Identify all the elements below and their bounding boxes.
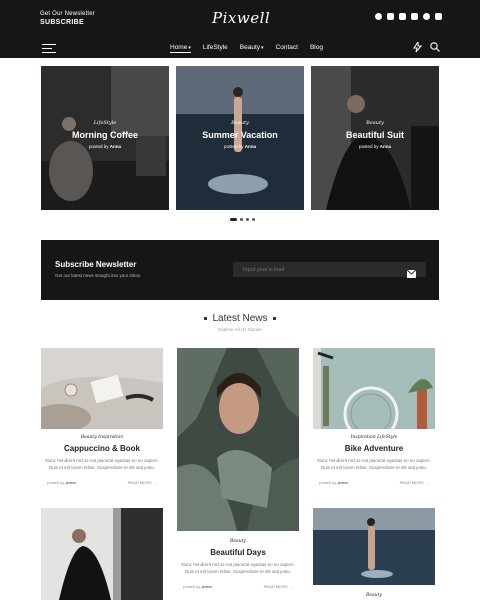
post-card-cappuccino: Beauty Inspiration Cappuccino & Book Nun… <box>41 348 163 485</box>
nav-lifestyle[interactable]: LifeStyle <box>203 44 228 53</box>
post-image[interactable] <box>313 508 435 585</box>
post-image[interactable] <box>177 348 299 531</box>
latest-news-header: Latest News Explore All Us Stories <box>0 313 480 332</box>
post-meta: posted by Anna READ MORE → <box>313 480 435 485</box>
instagram-icon[interactable] <box>387 13 394 20</box>
post-title[interactable]: Cappuccino & Book <box>41 444 163 453</box>
post-categories[interactable]: Beauty <box>177 539 299 544</box>
post-categories[interactable]: Beauty <box>313 593 435 598</box>
nav-beauty[interactable]: Beauty▾ <box>240 44 264 53</box>
header-tools <box>413 42 440 52</box>
subscribe-label: SUBSCRIBE <box>40 19 84 26</box>
social-links <box>375 13 442 20</box>
post-excerpt: Nunc hendrerit nisl ac est placerat eges… <box>317 458 431 470</box>
slider-dot[interactable] <box>230 218 237 221</box>
post-meta: posted by Anna READ MORE → <box>41 480 163 485</box>
slide-title[interactable]: Beautiful Suit <box>311 130 439 140</box>
linkedin-icon[interactable] <box>399 13 406 20</box>
menu-toggle-button[interactable] <box>42 44 56 56</box>
read-more-link[interactable]: READ MORE → <box>264 584 293 589</box>
slide-summer-vacation[interactable]: Beauty Summer Vacation posted by Anna <box>176 66 304 210</box>
post-categories[interactable]: Inspiration LifeStyle <box>313 435 435 440</box>
pinterest-icon[interactable] <box>375 13 382 20</box>
post-card-portrait <box>41 508 163 600</box>
post-author: posted by Anna <box>319 479 348 485</box>
section-subtitle: Explore All Us Stories <box>218 327 262 332</box>
slide-title[interactable]: Summer Vacation <box>176 130 304 140</box>
post-author: posted by Anna <box>47 479 76 485</box>
newsletter-subscribe-link[interactable]: Get Our Newsletter SUBSCRIBE <box>40 11 95 26</box>
send-button[interactable] <box>406 265 417 283</box>
slide-title[interactable]: Morning Coffee <box>41 130 169 140</box>
envelope-icon <box>406 269 417 278</box>
post-card-beautiful-days: Beauty Beautiful Days Nunc hendrerit nis… <box>177 348 299 589</box>
post-image[interactable] <box>313 348 435 429</box>
newsletter-label: Get Our Newsletter <box>40 11 95 17</box>
post-title[interactable]: Bike Adventure <box>313 444 435 453</box>
slider-dot[interactable] <box>252 218 255 221</box>
main-nav: Home▾ LifeStyle Beauty▾ Contact Blog <box>170 44 323 53</box>
youtube-icon[interactable] <box>411 13 418 20</box>
section-title: Latest News <box>0 313 480 324</box>
post-image[interactable] <box>41 348 163 429</box>
post-categories[interactable]: Beauty Inspiration <box>41 435 163 440</box>
whatsapp-icon[interactable] <box>423 13 430 20</box>
featured-slider: LifeStyle Morning Coffee posted by Anna … <box>41 66 439 210</box>
post-meta: posted by Anna READ MORE → <box>177 584 299 589</box>
lightning-icon[interactable] <box>413 42 422 52</box>
slider-dot[interactable] <box>246 218 249 221</box>
nav-home[interactable]: Home▾ <box>170 44 191 53</box>
nav-blog[interactable]: Blog <box>310 44 323 53</box>
post-excerpt: Nunc hendrerit nisl ac est placerat eges… <box>45 458 159 470</box>
hamburger-icon <box>42 44 56 45</box>
email-input[interactable] <box>233 262 426 277</box>
newsletter-title: Subscribe Newsletter <box>55 260 137 269</box>
slide-category[interactable]: Beauty <box>176 120 304 126</box>
vk-icon[interactable] <box>435 13 442 20</box>
newsletter-text: Get our latest news straight into your i… <box>55 273 141 278</box>
post-card-bike-adventure: Inspiration LifeStyle Bike Adventure Nun… <box>313 348 435 485</box>
slide-category[interactable]: LifeStyle <box>41 120 169 126</box>
read-more-link[interactable]: READ MORE → <box>400 480 429 485</box>
slide-author: posted by Anna <box>223 144 257 149</box>
read-more-link[interactable]: READ MORE → <box>128 480 157 485</box>
newsletter-section: Subscribe Newsletter Get our latest news… <box>41 240 439 300</box>
search-icon[interactable] <box>430 42 440 52</box>
post-title[interactable]: Beautiful Days <box>177 548 299 557</box>
post-image[interactable] <box>41 508 163 600</box>
slide-category[interactable]: Beauty <box>311 120 439 126</box>
slider-pagination <box>230 218 255 221</box>
post-excerpt: Nunc hendrerit nisl ac est placerat eges… <box>181 562 295 574</box>
slide-author: posted by Anna <box>358 144 392 149</box>
slider-dot[interactable] <box>240 218 243 221</box>
slide-beautiful-suit[interactable]: Beauty Beautiful Suit posted by Anna <box>311 66 439 210</box>
post-card-beach: Beauty <box>313 508 435 598</box>
post-author: posted by Anna <box>183 583 212 589</box>
site-logo[interactable]: Pixwell <box>212 9 270 27</box>
slide-morning-coffee[interactable]: LifeStyle Morning Coffee posted by Anna <box>41 66 169 210</box>
slide-author: posted by Anna <box>88 144 122 149</box>
site-header: Get Our Newsletter SUBSCRIBE Pixwell Hom… <box>0 0 480 58</box>
nav-contact[interactable]: Contact <box>276 44 298 53</box>
